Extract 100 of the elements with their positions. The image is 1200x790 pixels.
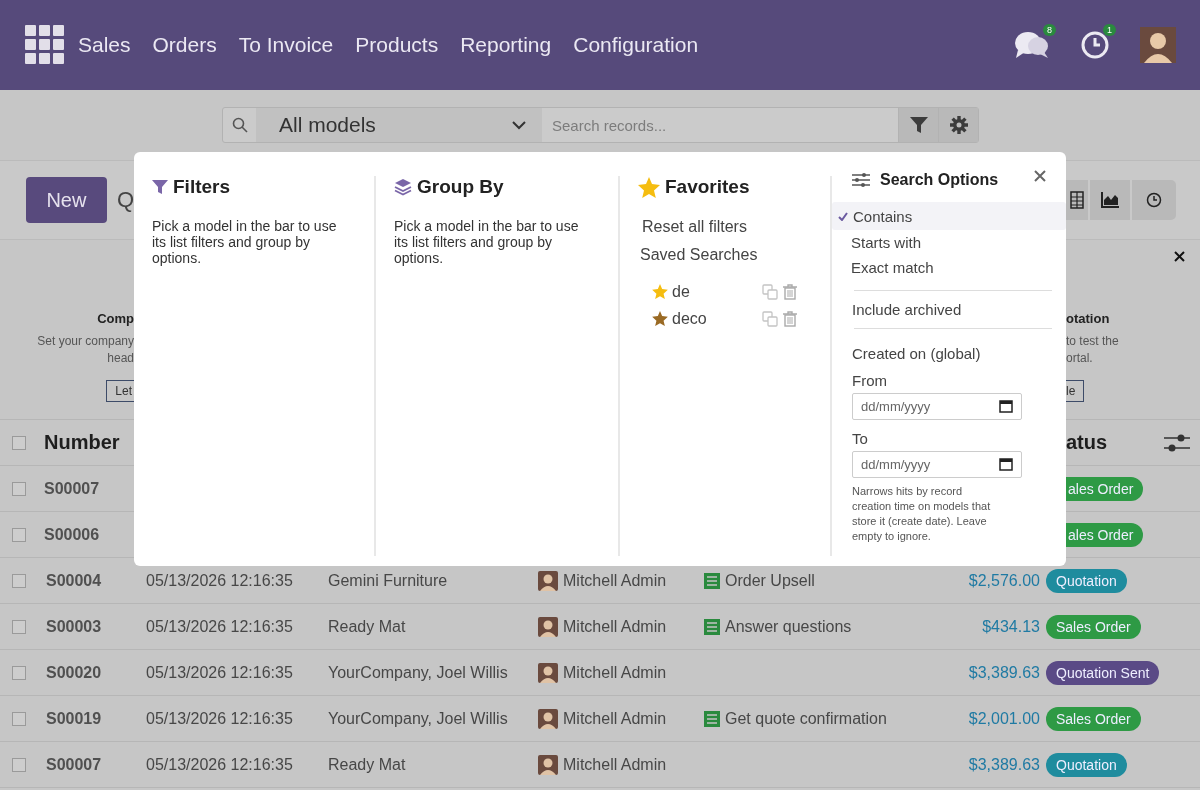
order-date: 05/13/2026 12:16:35	[146, 617, 294, 636]
search-bar[interactable]: All models Search records...	[222, 107, 979, 143]
include-archived-option[interactable]: Include archived	[852, 301, 1054, 318]
hint-text: Pick a model in the bar to use its list filters and group by options.	[394, 218, 580, 266]
avatar-icon	[538, 616, 558, 637]
activity-list-icon[interactable]	[704, 572, 720, 589]
graph-view-button[interactable]	[1090, 180, 1130, 220]
hint-text: Pick a model in the bar to use its list filters and group by options.	[152, 218, 338, 266]
saved-search-item[interactable]: de	[672, 282, 762, 301]
filter-icon	[908, 115, 929, 135]
saved-search-item[interactable]: deco	[672, 309, 762, 328]
activity-summary: Order Upsell	[725, 571, 815, 590]
model-select[interactable]: All models	[256, 108, 542, 142]
activity-view-button[interactable]	[1132, 180, 1176, 220]
order-number: S00004	[46, 571, 103, 590]
copy-icon[interactable]	[762, 310, 778, 327]
order-total: $2,576.00	[968, 571, 1040, 590]
avatar-icon	[538, 754, 558, 775]
date-field[interactable]: dd/mm/yyyy	[852, 393, 1022, 420]
menu-item[interactable]: Configuration	[573, 33, 699, 57]
activity-list-icon[interactable]	[704, 618, 720, 635]
section-title: Group By	[417, 176, 504, 198]
activity-list-icon[interactable]	[704, 710, 720, 727]
salesperson-name: Mitchell Admin	[563, 571, 667, 590]
customer-name: Ready Mat	[328, 755, 407, 774]
order-number: S00020	[46, 663, 103, 682]
checkbox[interactable]	[12, 757, 26, 772]
menu-item[interactable]: Orders	[152, 33, 217, 57]
order-date: 05/13/2026 12:16:35	[146, 571, 294, 590]
calendar-icon[interactable]	[999, 457, 1013, 471]
status-tag: Sales Order	[1046, 614, 1141, 639]
match-option[interactable]: Contains	[832, 202, 1066, 230]
layers-icon	[394, 178, 412, 196]
chevron-down-icon	[512, 120, 526, 130]
checkbox[interactable]	[12, 711, 26, 726]
menu-item[interactable]: Reporting	[460, 33, 552, 57]
status-tag: Quotation	[1046, 568, 1127, 593]
user-avatar[interactable]	[1140, 27, 1176, 63]
new-button[interactable]: New	[26, 177, 107, 223]
menu-item[interactable]: Sales	[78, 33, 131, 57]
status-tag: Quotation Sent	[1046, 660, 1160, 685]
salesperson-name: Mitchell Admin	[563, 617, 667, 636]
apps-grid-icon[interactable]	[25, 25, 65, 65]
settings-icon	[948, 115, 969, 135]
match-option[interactable]: Exact match	[832, 255, 1066, 280]
banner-text: ortal.	[1066, 350, 1093, 367]
status-tag: Quotation	[1046, 752, 1127, 777]
hint-text: Narrows hits by record creation time on models that store it (create date). Leave empty to ignore.	[852, 484, 992, 544]
calendar-icon[interactable]	[999, 399, 1013, 413]
close-icon[interactable]	[1174, 251, 1185, 262]
checkbox[interactable]	[12, 619, 26, 634]
date-field[interactable]: dd/mm/yyyy	[852, 451, 1022, 478]
order-total: $434.13	[982, 617, 1040, 636]
pivot-view-button[interactable]	[1066, 180, 1088, 220]
search-icon	[232, 117, 248, 133]
settings-button[interactable]	[938, 108, 978, 142]
order-number: S00007	[44, 479, 100, 498]
filter-button[interactable]	[898, 108, 938, 142]
order-date: 05/13/2026 12:16:35	[146, 755, 294, 774]
trash-icon[interactable]	[783, 310, 797, 327]
field-label: To	[852, 430, 869, 447]
banner-text: to test the	[1066, 333, 1119, 350]
salesperson-name: Mitchell Admin	[563, 755, 667, 774]
checkbox[interactable]	[12, 573, 26, 588]
filter-icon	[152, 179, 168, 195]
menu-item[interactable]: To Invoice	[238, 33, 334, 57]
order-date: 05/13/2026 12:16:35	[146, 663, 294, 682]
order-number: S00003	[46, 617, 103, 636]
column-header[interactable]: Number	[44, 431, 120, 454]
customer-name: YourCompany, Joel Willis	[328, 663, 509, 682]
notification-badge: 8	[1043, 24, 1056, 36]
star-icon	[638, 176, 660, 198]
match-option[interactable]: Starts with	[832, 230, 1066, 255]
trash-icon[interactable]	[783, 283, 797, 300]
banner-title: otation	[1066, 311, 1110, 327]
salesperson-name: Mitchell Admin	[563, 709, 667, 728]
copy-icon[interactable]	[762, 283, 778, 300]
checkbox[interactable]	[12, 481, 26, 496]
status-tag: ales Order	[1066, 522, 1144, 547]
checkbox[interactable]	[12, 665, 26, 680]
favorites-menu-item[interactable]: Reset all filters	[642, 218, 812, 236]
order-total: $3,389.63	[968, 663, 1040, 682]
order-total: $3,389.63	[968, 755, 1040, 774]
section-title: Filters	[173, 176, 231, 198]
section-title: Search Options	[880, 171, 999, 189]
sliders-icon	[852, 172, 870, 188]
banner-text: head	[107, 350, 134, 367]
column-header[interactable]: atus	[1066, 431, 1108, 454]
menu-item[interactable]: Products	[355, 33, 439, 57]
area-chart-icon	[1101, 192, 1119, 208]
banner-title: Comp	[97, 311, 134, 327]
checkbox[interactable]	[12, 435, 26, 450]
close-icon[interactable]	[1034, 170, 1046, 182]
checkmark-icon	[838, 211, 848, 221]
avatar-icon	[538, 708, 558, 729]
checkbox[interactable]	[12, 527, 26, 542]
order-total: $2,001.00	[968, 709, 1040, 728]
favorites-menu-item[interactable]: Saved Searches	[640, 246, 812, 264]
column-settings-icon[interactable]	[1164, 432, 1190, 453]
table-icon	[1070, 191, 1084, 209]
